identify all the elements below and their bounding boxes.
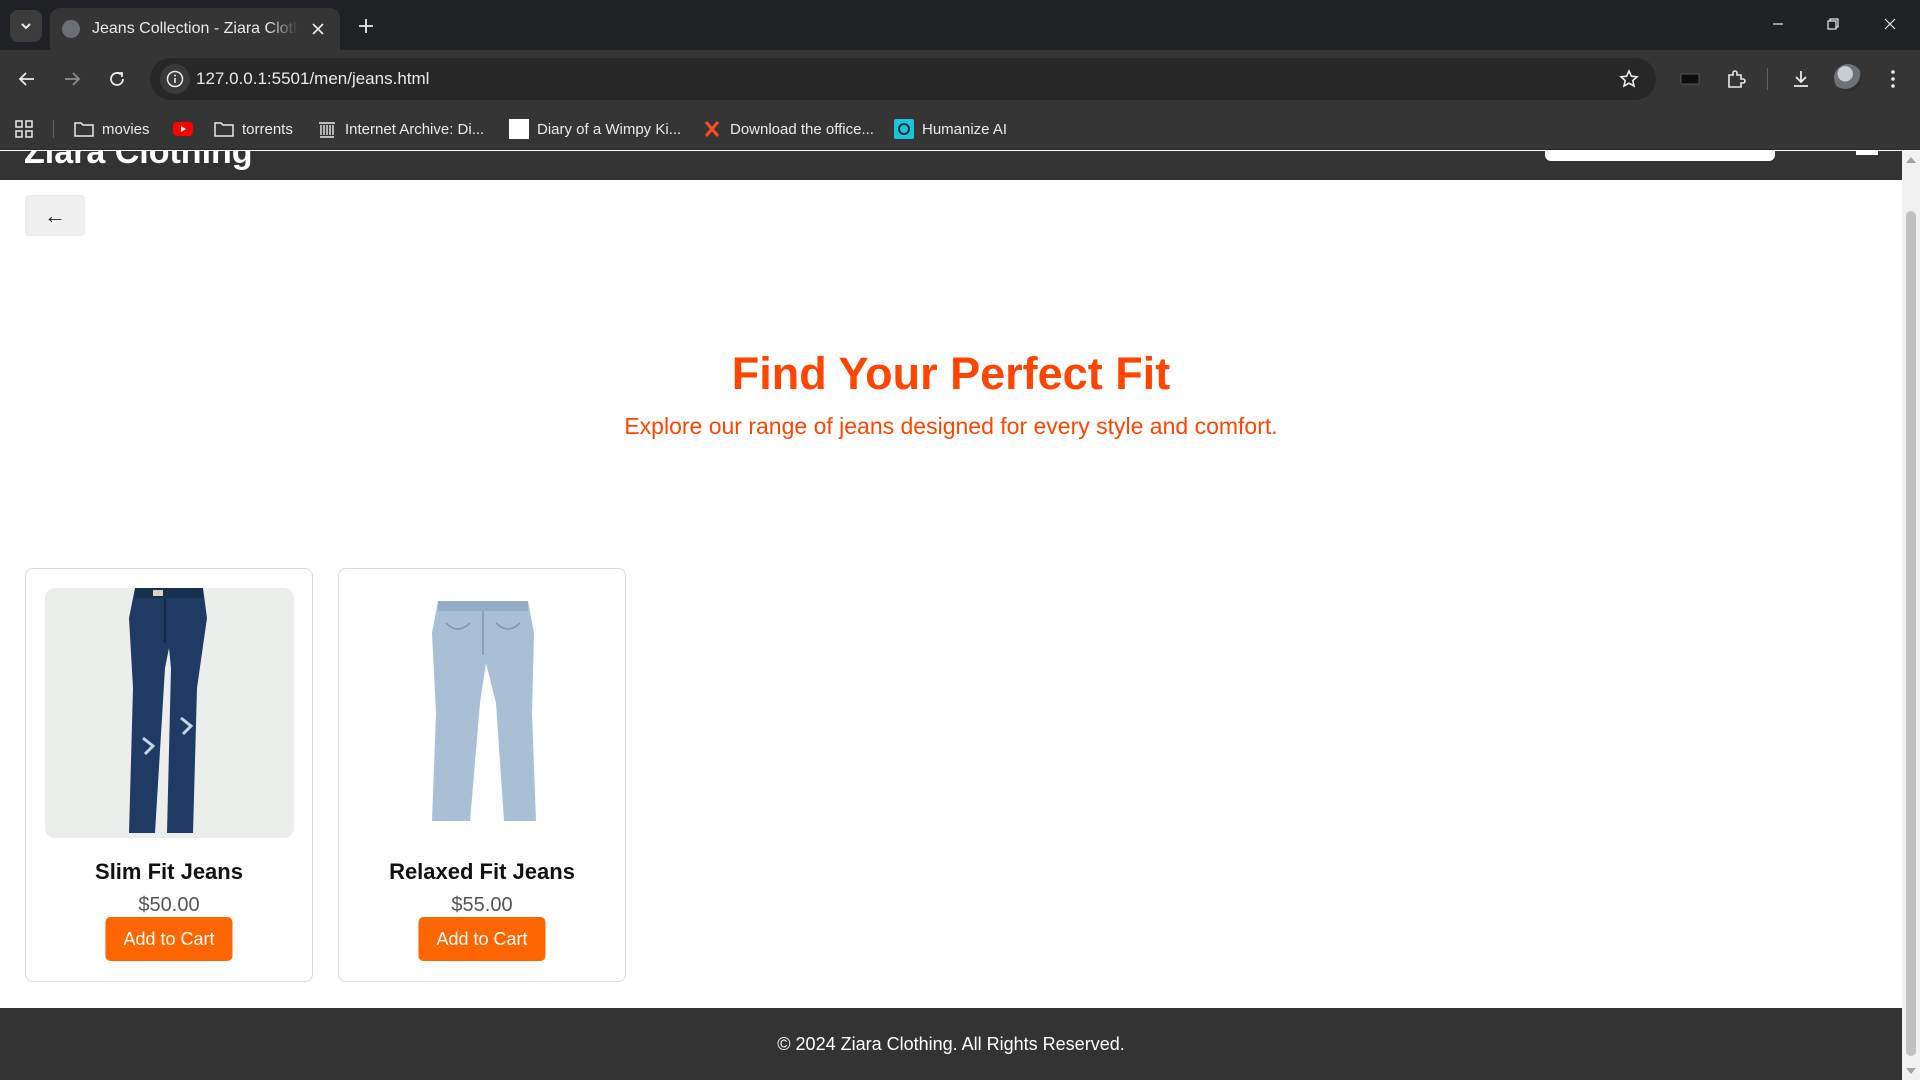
page-viewport: Ziara Clothing ← Find Your Perfect Fit E… (0, 151, 1902, 1080)
more-vert-icon (1891, 70, 1895, 88)
info-icon (166, 70, 184, 88)
bookmarks-bar: movies torrents Internet Archive: Di... … (0, 108, 1920, 150)
add-to-cart-button[interactable]: Add to Cart (105, 917, 233, 961)
hero-section: Find Your Perfect Fit Explore our range … (0, 347, 1902, 440)
profile-avatar[interactable] (1834, 64, 1862, 92)
bookmark-download-office[interactable]: Download the office... (702, 108, 874, 150)
plus-icon (359, 19, 373, 33)
youtube-icon (173, 120, 193, 138)
product-title: Relaxed Fit Jeans (389, 859, 575, 884)
apps-grid-icon[interactable] (14, 119, 34, 139)
tab-search-button[interactable] (10, 10, 42, 42)
globe-icon (62, 20, 80, 38)
product-price: $50.00 (138, 894, 200, 916)
restore-icon (1827, 18, 1839, 30)
close-window-button[interactable] (1872, 8, 1908, 40)
forward-nav-button[interactable] (56, 63, 88, 95)
site-header: Ziara Clothing (0, 151, 1902, 180)
extensions-button[interactable] (1720, 63, 1752, 95)
blank-page-icon (509, 119, 529, 139)
arrow-right-icon (65, 72, 81, 86)
hero-subtitle: Explore our range of jeans designed for … (624, 413, 1278, 439)
bookmarks-divider (53, 120, 54, 138)
footer-copyright: © 2024 Ziara Clothing. All Rights Reserv… (777, 1033, 1125, 1054)
tab-title: Jeans Collection - Ziara Clothing (92, 20, 298, 37)
chevron-down-icon (21, 23, 31, 30)
reload-icon (110, 72, 124, 86)
browser-menu-button[interactable] (1877, 63, 1909, 95)
hero-title: Find Your Perfect Fit (731, 348, 1171, 399)
minimize-icon (1773, 23, 1783, 25)
back-button[interactable]: ← (25, 195, 85, 236)
back-nav-button[interactable] (11, 63, 43, 95)
bookmark-movies[interactable]: movies (74, 108, 150, 150)
product-image (358, 588, 607, 838)
puzzle-icon (1728, 70, 1746, 88)
close-icon (1884, 18, 1896, 30)
tab-strip: Jeans Collection - Ziara Clothing (0, 0, 1920, 50)
site-search-input[interactable] (1545, 151, 1775, 161)
humanize-icon (894, 119, 914, 139)
cart-icon[interactable] (1804, 151, 1826, 153)
reload-button[interactable] (101, 63, 133, 95)
site-footer: © 2024 Ziara Clothing. All Rights Reserv… (0, 1008, 1902, 1080)
bookmark-label: Internet Archive: Di... (345, 120, 485, 138)
tab-active[interactable]: Jeans Collection - Ziara Clothing (50, 8, 340, 50)
scroll-up-arrow-icon[interactable] (1906, 157, 1916, 163)
product-title: Slim Fit Jeans (95, 859, 243, 884)
product-grid: Slim Fit Jeans $50.00 Add to Cart Relaxe… (25, 568, 626, 982)
bookmark-diary-wimpy-kid[interactable]: Diary of a Wimpy Ki... (509, 108, 681, 150)
archive-icon (317, 120, 337, 138)
hamburger-menu-icon[interactable] (1856, 151, 1878, 157)
toolbar-divider (1767, 68, 1768, 90)
address-bar[interactable]: 127.0.0.1:5501/men/jeans.html (150, 58, 1656, 100)
close-icon (312, 23, 324, 35)
downloads-button[interactable] (1785, 63, 1817, 95)
slim-jeans-icon (128, 588, 207, 833)
download-icon (1794, 71, 1808, 87)
url-text: 127.0.0.1:5501/men/jeans.html (196, 69, 430, 88)
minimize-button[interactable] (1760, 8, 1796, 40)
scroll-down-arrow-icon[interactable] (1906, 1068, 1916, 1074)
bookmark-label: Humanize AI (922, 120, 1008, 138)
cast-button[interactable] (1674, 63, 1706, 95)
folder-icon (214, 120, 234, 138)
product-image (45, 588, 294, 838)
scrollbar-thumb[interactable] (1906, 211, 1916, 1056)
bookmark-label: movies (102, 120, 150, 138)
product-price: $55.00 (451, 894, 513, 916)
product-card: Slim Fit Jeans $50.00 Add to Cart (25, 568, 313, 982)
bookmark-internet-archive[interactable]: Internet Archive: Di... (317, 108, 484, 150)
screen-icon (1680, 73, 1700, 85)
bookmark-label: torrents (242, 120, 293, 138)
star-icon (1619, 69, 1639, 88)
bookmark-humanize-ai[interactable]: Humanize AI (894, 108, 1007, 150)
site-info-button[interactable] (160, 64, 190, 94)
site-logo[interactable]: Ziara Clothing (24, 151, 253, 172)
page-scrollbar[interactable] (1902, 151, 1920, 1080)
restore-button[interactable] (1815, 8, 1851, 40)
browser-toolbar: 127.0.0.1:5501/men/jeans.html (0, 50, 1920, 108)
add-to-cart-button[interactable]: Add to Cart (418, 917, 546, 961)
product-card: Relaxed Fit Jeans $55.00 Add to Cart (338, 568, 626, 982)
bookmark-star-button[interactable] (1618, 68, 1640, 90)
folder-icon (74, 120, 94, 138)
bookmark-label: Download the office... (730, 120, 874, 138)
arrow-left-icon (18, 72, 34, 86)
relaxed-jeans-icon (431, 601, 536, 821)
bookmark-label: Diary of a Wimpy Ki... (537, 120, 682, 138)
x-logo-icon (702, 120, 722, 138)
tab-close-button[interactable] (308, 19, 328, 39)
bookmark-torrents[interactable]: torrents (214, 108, 293, 150)
bookmark-youtube[interactable] (173, 108, 193, 150)
new-tab-button[interactable] (352, 12, 380, 40)
